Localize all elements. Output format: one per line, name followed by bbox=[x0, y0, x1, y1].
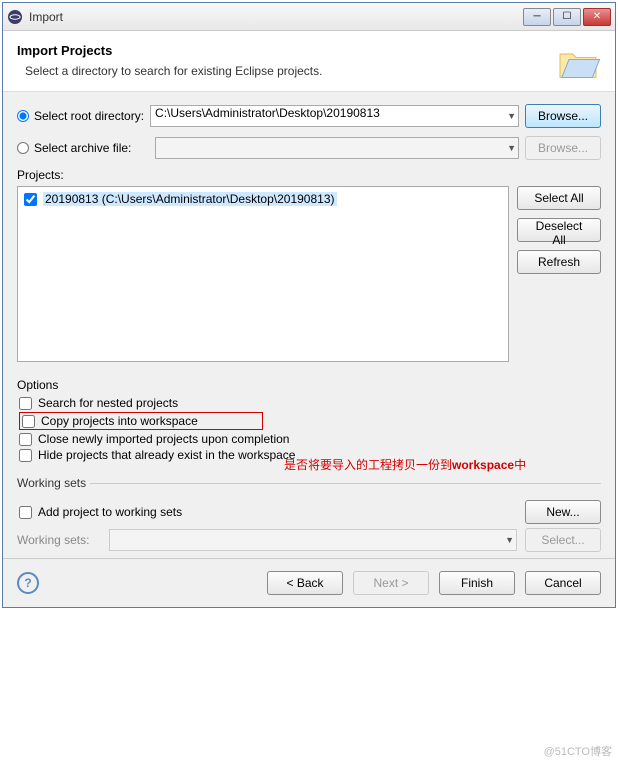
browse-archive-button: Browse... bbox=[525, 136, 601, 160]
window-title: Import bbox=[29, 10, 523, 24]
browse-root-button[interactable]: Browse... bbox=[525, 104, 601, 128]
help-icon[interactable]: ? bbox=[17, 572, 39, 594]
archive-file-radio[interactable]: Select archive file: bbox=[17, 141, 131, 155]
eclipse-icon bbox=[7, 9, 23, 25]
chevron-down-icon: ▼ bbox=[505, 535, 514, 545]
working-sets-label: Working sets: bbox=[17, 533, 101, 547]
projects-list[interactable]: 20190813 (C:\Users\Administrator\Desktop… bbox=[17, 186, 509, 362]
page-title: Import Projects bbox=[17, 43, 555, 58]
projects-label: Projects: bbox=[17, 168, 601, 182]
chevron-down-icon: ▼ bbox=[507, 143, 516, 153]
archive-radio-input[interactable] bbox=[17, 142, 29, 154]
page-subtitle: Select a directory to search for existin… bbox=[25, 64, 555, 78]
select-all-button[interactable]: Select All bbox=[517, 186, 601, 210]
working-sets-group: Working sets Add project to working sets… bbox=[17, 476, 601, 552]
minimize-button[interactable]: ─ bbox=[523, 8, 551, 26]
chevron-down-icon[interactable]: ▼ bbox=[507, 111, 516, 121]
close-button[interactable]: ✕ bbox=[583, 8, 611, 26]
working-sets-combo: ▼ bbox=[109, 529, 517, 551]
root-directory-radio[interactable]: Select root directory: bbox=[17, 109, 144, 123]
cancel-button[interactable]: Cancel bbox=[525, 571, 601, 595]
close-imported-checkbox[interactable]: Close newly imported projects upon compl… bbox=[19, 432, 601, 446]
select-working-set-button: Select... bbox=[525, 528, 601, 552]
add-to-working-sets-checkbox[interactable]: Add project to working sets bbox=[19, 505, 182, 519]
root-directory-field[interactable]: C:\Users\Administrator\Desktop\20190813 … bbox=[150, 105, 519, 127]
titlebar[interactable]: Import ─ ☐ ✕ bbox=[3, 3, 615, 31]
annotation-text: 是否将要导入的工程拷贝一份到workspace中 bbox=[284, 456, 526, 473]
refresh-button[interactable]: Refresh bbox=[517, 250, 601, 274]
options-label: Options bbox=[17, 378, 601, 392]
root-radio-input[interactable] bbox=[17, 110, 29, 122]
back-button[interactable]: < Back bbox=[267, 571, 343, 595]
nested-projects-checkbox[interactable]: Search for nested projects bbox=[19, 396, 601, 410]
finish-button[interactable]: Finish bbox=[439, 571, 515, 595]
maximize-button[interactable]: ☐ bbox=[553, 8, 581, 26]
next-button: Next > bbox=[353, 571, 429, 595]
new-working-set-button[interactable]: New... bbox=[525, 500, 601, 524]
list-item[interactable]: 20190813 (C:\Users\Administrator\Desktop… bbox=[22, 191, 504, 207]
watermark: @51CTO博客 bbox=[544, 743, 612, 759]
folder-open-icon bbox=[555, 45, 601, 81]
import-dialog: Import ─ ☐ ✕ Import Projects Select a di… bbox=[2, 2, 616, 608]
deselect-all-button[interactable]: Deselect All bbox=[517, 218, 601, 242]
project-checkbox[interactable] bbox=[24, 193, 37, 206]
dialog-footer: ? < Back Next > Finish Cancel bbox=[3, 558, 615, 607]
dialog-header: Import Projects Select a directory to se… bbox=[3, 31, 615, 92]
copy-projects-checkbox[interactable]: Copy projects into workspace bbox=[19, 412, 263, 430]
archive-file-field: ▼ bbox=[155, 137, 519, 159]
